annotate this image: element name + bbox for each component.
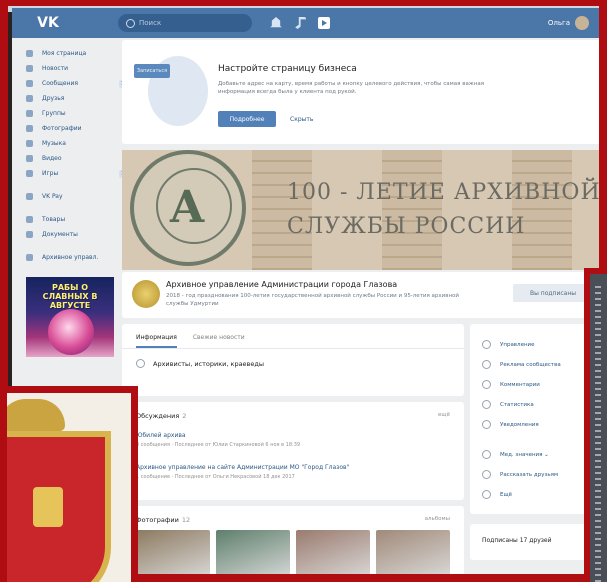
shield-image — [7, 431, 111, 582]
coat-of-arms-overlay — [0, 386, 138, 582]
crown-image — [7, 399, 65, 431]
right-overlay-panel — [584, 268, 607, 582]
overlay-text-column — [595, 286, 601, 582]
